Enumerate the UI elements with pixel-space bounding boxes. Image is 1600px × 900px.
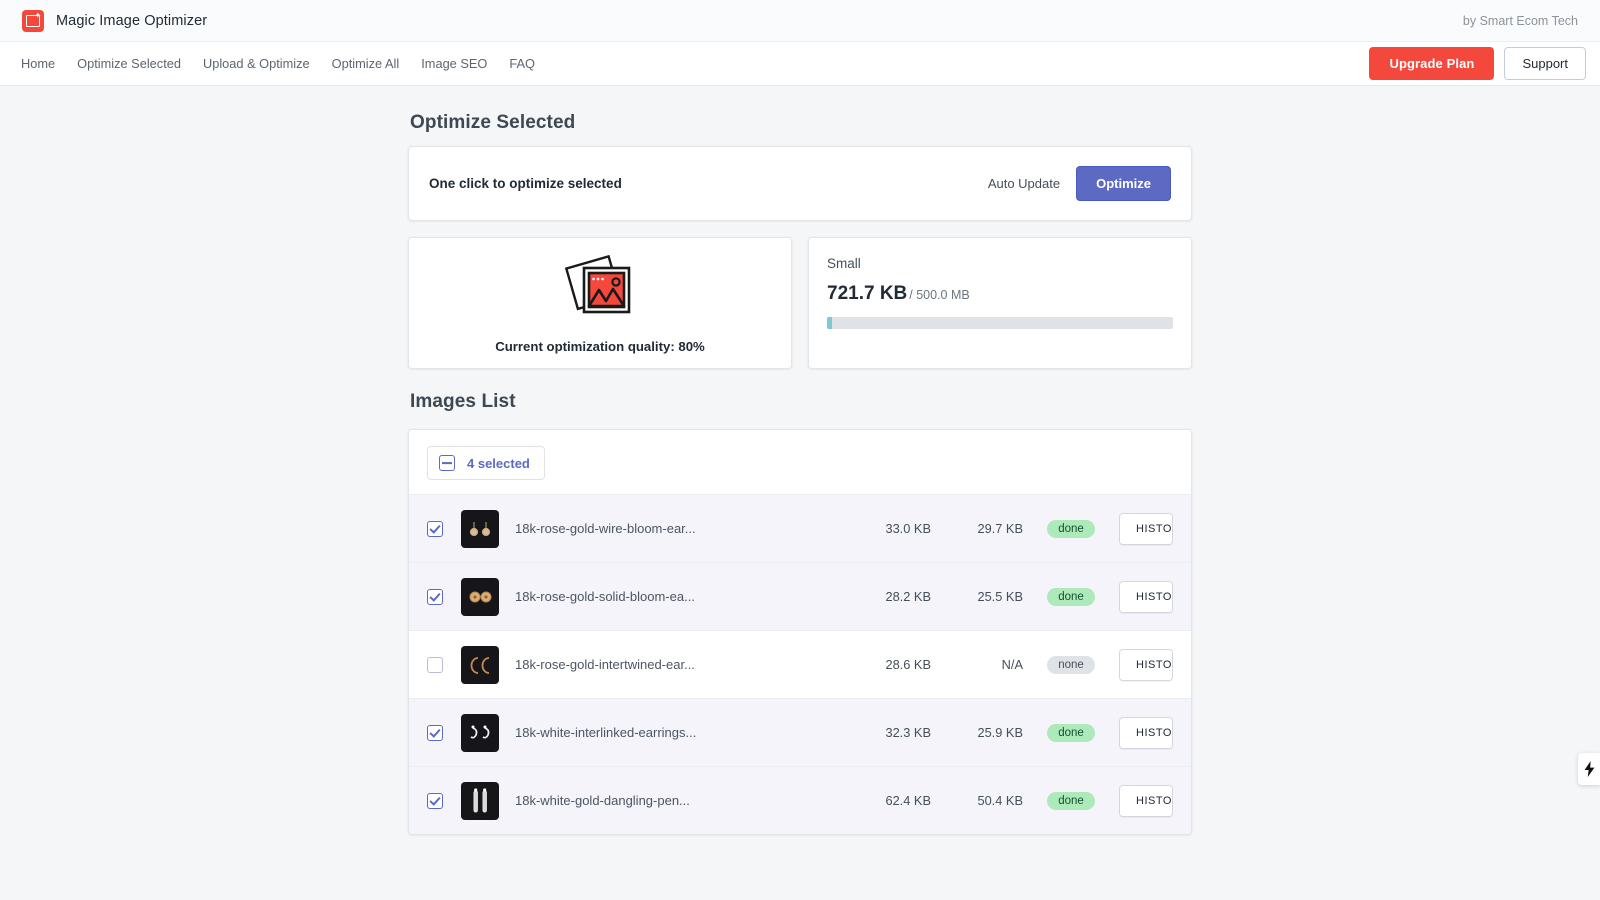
quality-card: Current optimization quality: 80% [408,237,792,369]
brand: ✦ Magic Image Optimizer [22,9,208,32]
table-row[interactable]: 18k-rose-gold-wire-bloom-ear... 33.0 KB 29… [409,494,1191,562]
quality-text: Current optimization quality: 80% [495,339,705,354]
history-button[interactable]: HISTORY [1120,513,1172,544]
row-thumbnail [461,713,499,752]
selected-count-button[interactable]: 4 selected [427,446,545,480]
row-status-cell: done [1023,791,1119,810]
optimize-card: One click to optimize selected Auto Upda… [408,146,1192,221]
history-button[interactable]: HISTORY [1120,581,1172,612]
checkbox-indeterminate-icon[interactable] [439,455,455,471]
selected-count-label: 4 selected [467,455,530,471]
nav-bar: Home Optimize Selected Upload & Optimize… [0,42,1600,86]
row-original-size: 28.2 KB [885,589,931,604]
row-action-split-button: HISTORY [1119,648,1173,681]
row-status-cell: done [1023,723,1119,742]
storage-card: Small 721.7 KB/ 500.0 MB [808,237,1192,369]
row-original-size: 33.0 KB [885,521,931,536]
images-list-title: Images List [410,391,516,412]
row-status-cell: done [1023,519,1119,538]
storage-progress-bar [827,317,1173,329]
credit-text: by Smart Ecom Tech [1462,13,1578,28]
optimize-card-actions: Auto Update Optimize [988,166,1171,201]
optimize-button[interactable]: Optimize [1076,166,1171,201]
row-filename[interactable]: 18k-rose-gold-wire-bloom-ear... [515,521,845,536]
table-row[interactable]: 18k-rose-gold-intertwined-ear... 28.6 KB N… [409,630,1191,698]
nav-item-home[interactable]: Home [10,50,66,77]
storage-plan-label: Small [827,256,861,271]
storage-progress-fill [827,317,832,329]
row-thumbnail [461,577,499,616]
nav-item-image-seo[interactable]: Image SEO [410,50,498,77]
status-badge: done [1047,791,1095,810]
list-toolbar: 4 selected [409,430,1191,494]
nav-items: Home Optimize Selected Upload & Optimize… [10,50,546,77]
row-thumbnail [461,781,499,820]
row-optimized-size: 25.5 KB [977,589,1023,604]
row-checkbox[interactable] [427,792,443,809]
row-original-size: 28.6 KB [885,657,931,672]
photo-stack-icon [561,252,639,329]
history-button[interactable]: HISTORY [1120,785,1172,816]
row-filename[interactable]: 18k-white-gold-dangling-pen... [515,793,845,808]
history-button[interactable]: HISTORY [1120,649,1172,680]
row-optimized-size: 50.4 KB [977,793,1023,808]
summary-cards: Current optimization quality: 80% Small … [408,237,1192,369]
lightning-bolt-icon [1584,761,1594,777]
optimize-card-label: One click to optimize selected [429,176,622,191]
status-badge: done [1047,587,1095,606]
main-content: Optimize Selected One click to optimize … [0,86,1600,835]
storage-total-value: / 500.0 MB [909,288,970,302]
storage-used-value: 721.7 KB [827,283,908,304]
nav-item-optimize-all[interactable]: Optimize All [321,50,411,77]
history-button[interactable]: HISTORY [1120,717,1172,748]
upgrade-plan-button[interactable]: Upgrade Plan [1369,47,1495,80]
row-optimized-size: N/A [1001,657,1023,672]
page-title: Optimize Selected [410,112,576,133]
image-logo-icon: ✦ [22,9,44,32]
quick-actions-tab[interactable] [1578,753,1600,785]
row-checkbox[interactable] [427,588,443,605]
row-checkbox[interactable] [427,520,443,537]
top-bar: ✦ Magic Image Optimizer by Smart Ecom Te… [0,0,1600,42]
status-badge: done [1047,519,1095,538]
auto-update-link[interactable]: Auto Update [988,176,1060,191]
row-checkbox[interactable] [427,656,443,673]
row-optimized-size: 29.7 KB [977,521,1023,536]
nav-item-upload-optimize[interactable]: Upload & Optimize [192,50,321,77]
row-checkbox[interactable] [427,724,443,741]
row-action-split-button: HISTORY [1119,784,1173,817]
row-status-cell: done [1023,587,1119,606]
row-filename[interactable]: 18k-rose-gold-solid-bloom-ea... [515,589,845,604]
images-table: 18k-rose-gold-wire-bloom-ear... 33.0 KB 29… [409,494,1191,834]
logo-star-shape: ✦ [34,11,42,20]
row-action-split-button: HISTORY [1119,512,1173,545]
table-row[interactable]: 18k-white-interlinked-earrings... 32.3 KB… [409,698,1191,766]
storage-usage: 721.7 KB/ 500.0 MB [827,283,1173,305]
row-status-cell: none [1023,655,1119,674]
row-thumbnail [461,645,499,684]
row-original-size: 32.3 KB [885,725,931,740]
table-row[interactable]: 18k-rose-gold-solid-bloom-ea... 28.2 KB 25… [409,562,1191,630]
row-filename[interactable]: 18k-rose-gold-intertwined-ear... [515,657,845,672]
row-filename[interactable]: 18k-white-interlinked-earrings... [515,725,845,740]
row-thumbnail [461,509,499,548]
support-button[interactable]: Support [1504,47,1586,80]
row-original-size: 62.4 KB [885,793,931,808]
row-optimized-size: 25.9 KB [977,725,1023,740]
status-badge: none [1047,655,1095,674]
images-list-card: 4 selected 18k-rose-gold-wire-bloom-ear.… [408,429,1192,835]
row-action-split-button: HISTORY [1119,716,1173,749]
row-action-split-button: HISTORY [1119,580,1173,613]
table-row[interactable]: 18k-white-gold-dangling-pen... 62.4 KB 50.… [409,766,1191,834]
brand-name: Magic Image Optimizer [56,12,208,29]
status-badge: done [1047,723,1095,742]
content-wrapper: Optimize Selected One click to optimize … [408,112,1192,835]
nav-item-faq[interactable]: FAQ [498,50,546,77]
nav-item-optimize-selected[interactable]: Optimize Selected [66,50,192,77]
nav-actions: Upgrade Plan Support [1369,47,1586,80]
